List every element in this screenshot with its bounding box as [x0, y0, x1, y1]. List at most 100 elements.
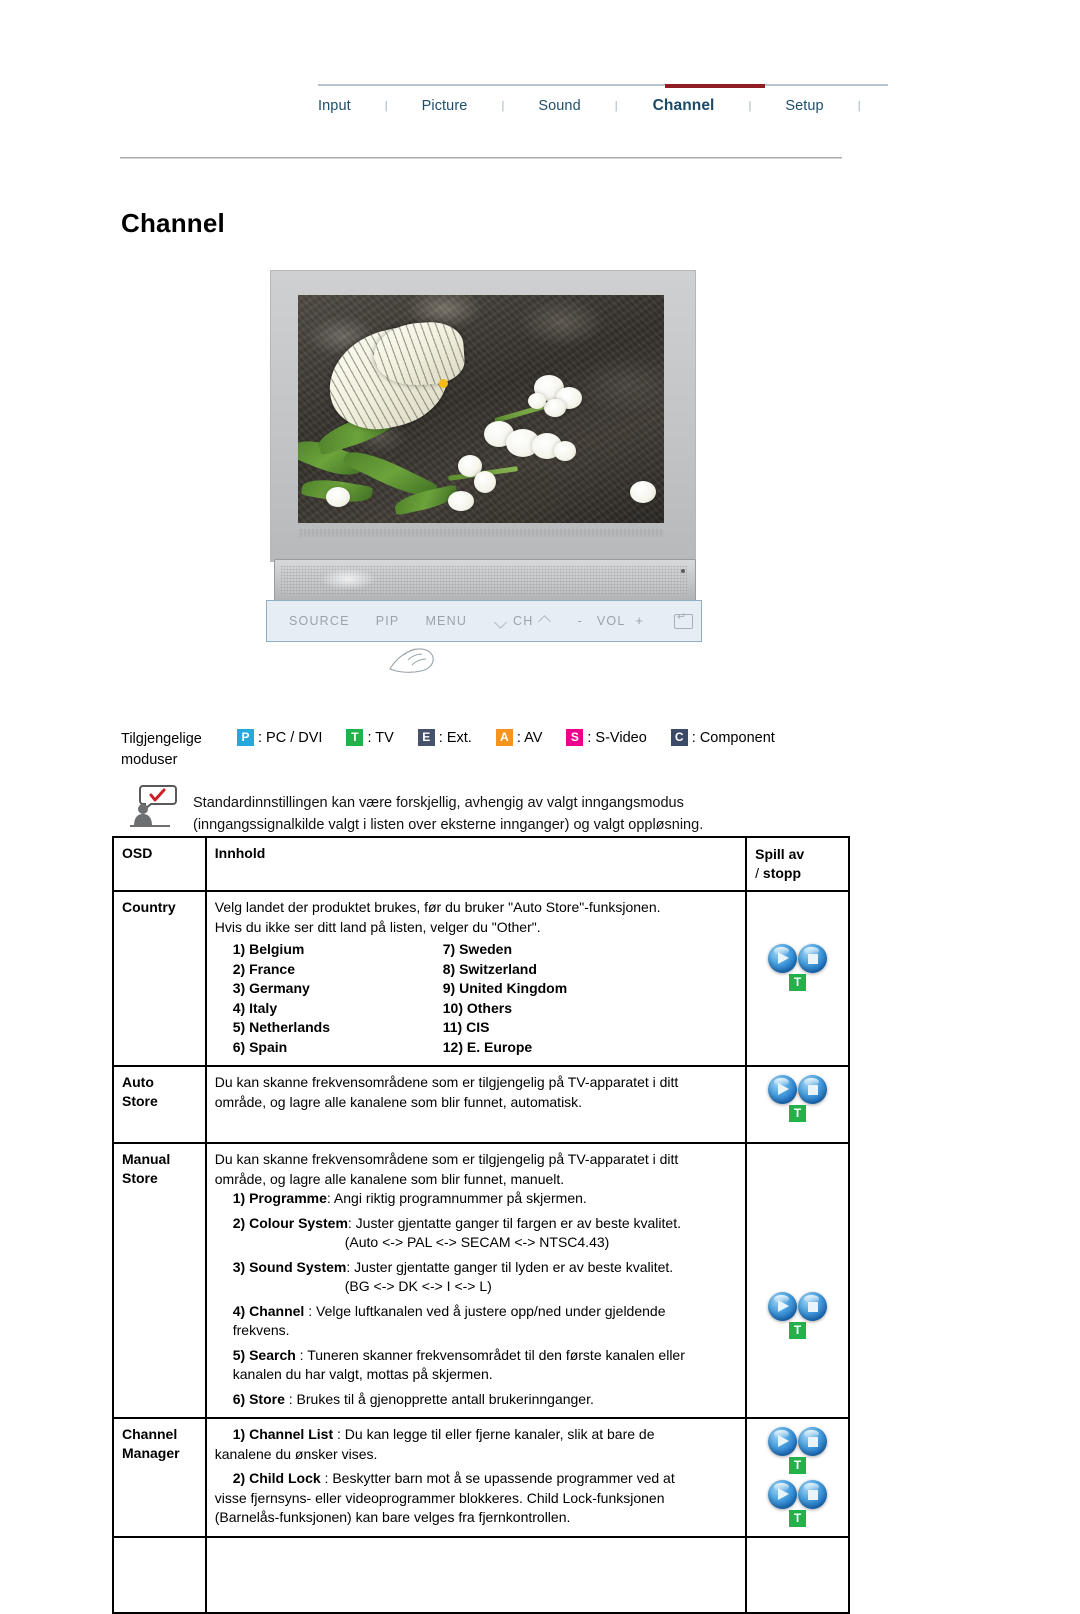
country-option[interactable]: 5) Netherlands: [233, 1018, 443, 1038]
tv-screen-image: [298, 295, 664, 523]
tab-setup[interactable]: Setup: [785, 98, 823, 114]
row-label-line2: Store: [122, 1093, 158, 1109]
note-person-checkmark-icon: [130, 785, 177, 827]
tv-logo-strip: [298, 529, 664, 537]
butterfly: [318, 318, 487, 449]
pip-button-label[interactable]: PIP: [376, 614, 400, 628]
page-title: Channel: [121, 208, 225, 238]
butterfly-eye-spot: [439, 379, 448, 388]
stop-icon[interactable]: [798, 1480, 828, 1509]
country-option[interactable]: 1) Belgium: [233, 940, 443, 960]
mode-component: C : Component: [670, 729, 775, 746]
manual-item-search-cont: kanalen du har valgt, mottas på skjermen…: [232, 1366, 493, 1382]
tabnav-top-rule: [318, 84, 888, 86]
play-icon[interactable]: [768, 1075, 798, 1104]
tabnav-items: Input | Picture | Sound | Channel | Setu…: [318, 92, 888, 120]
stop-icon[interactable]: [798, 1292, 828, 1321]
table-row-partial: [112, 1535, 850, 1614]
row-label-line1: Channel: [122, 1426, 178, 1442]
country-option[interactable]: 3) Germany: [233, 979, 443, 999]
play-stop-icon-group: T: [762, 1292, 834, 1339]
flower: [554, 441, 576, 461]
tab-sound[interactable]: Sound: [538, 98, 580, 114]
partial-cell-osd: [112, 1535, 207, 1614]
country-intro-2: Hvis du ikke ser ditt land på listen, ve…: [214, 918, 541, 935]
country-option[interactable]: 4) Italy: [233, 999, 443, 1019]
tab-input[interactable]: Input: [318, 98, 351, 114]
country-option[interactable]: 7) Sweden: [443, 940, 737, 960]
badge-t-icon: T: [789, 1105, 807, 1122]
row-label-line1: Auto: [122, 1074, 154, 1090]
country-option[interactable]: 2) France: [233, 960, 443, 980]
play-stop-icon-group: T: [762, 1427, 834, 1474]
play-icon[interactable]: [768, 944, 798, 973]
auto-store-line-2: område, og lagre alle kanalene som blir …: [214, 1093, 583, 1110]
menu-button-label[interactable]: MENU: [425, 614, 467, 628]
tab-separator: |: [384, 99, 388, 112]
mode-svideo-label: : S-Video: [587, 729, 647, 746]
volume-up-label[interactable]: +: [636, 614, 645, 628]
play-icon[interactable]: [768, 1292, 798, 1321]
badge-t-icon: T: [789, 1510, 807, 1527]
tv-bezel: [270, 270, 696, 562]
header-osd: OSD: [112, 836, 207, 892]
badge-t-icon: T: [346, 729, 364, 746]
auto-store-line-1: Du kan skanne frekvensområdene som er ti…: [214, 1074, 679, 1090]
enter-icon[interactable]: [674, 611, 694, 629]
mode-pc-dvi: P : PC / DVI: [237, 729, 322, 746]
badge-a-icon: A: [495, 729, 513, 746]
header-spill-av-stopp: Spill av / stopp: [745, 836, 850, 892]
country-option[interactable]: 10) Others: [443, 999, 737, 1019]
table-header-row: OSD Innhold Spill av / stopp: [112, 836, 850, 892]
play-stop-icon-group: T: [762, 944, 834, 991]
flower: [544, 399, 566, 417]
country-intro-1: Velg landet der produktet brukes, før du…: [214, 899, 661, 915]
row-content-auto-store: Du kan skanne frekvensområdene som er ti…: [204, 1065, 748, 1144]
volume-button-label[interactable]: VOL: [597, 614, 626, 628]
channel-button-label[interactable]: CH: [513, 614, 533, 628]
table-row: Auto Store Du kan skanne frekvensområden…: [112, 1065, 850, 1144]
row-content-country: Velg landet der produktet brukes, før du…: [204, 890, 748, 1067]
mode-av: A : AV: [495, 729, 543, 746]
play-stop-icon-group: T: [762, 1480, 834, 1527]
flower: [448, 491, 474, 511]
badge-t-icon: T: [789, 1457, 807, 1474]
channel-up-icon[interactable]: [539, 617, 552, 626]
stop-icon[interactable]: [798, 1075, 828, 1104]
stop-icon[interactable]: [798, 1427, 828, 1456]
tv-product-figure: SOURCE PIP MENU CH - VOL +: [266, 266, 702, 676]
cm-item-child-lock-cont-1: visse fjernsyns- eller videoprogrammer b…: [214, 1489, 665, 1506]
flower: [474, 471, 496, 493]
stop-icon[interactable]: [798, 944, 828, 973]
header-innhold: Innhold: [204, 836, 748, 892]
pointing-hand-icon: [389, 648, 434, 673]
mode-svideo: S : S-Video: [566, 729, 647, 746]
country-option[interactable]: 12) E. Europe: [443, 1038, 737, 1058]
country-option[interactable]: 8) Switzerland: [443, 960, 737, 980]
table-row: Country Velg landet der produktet brukes…: [112, 890, 850, 1067]
country-option[interactable]: 6) Spain: [233, 1038, 443, 1058]
row-label-auto-store: Auto Store: [112, 1065, 207, 1144]
tab-channel[interactable]: Channel: [653, 97, 715, 115]
play-icon[interactable]: [768, 1427, 798, 1456]
channel-down-icon[interactable]: [495, 617, 508, 626]
mode-av-label: : AV: [516, 729, 543, 746]
source-button-label[interactable]: SOURCE: [289, 614, 350, 628]
row-label-manual-store: Manual Store: [112, 1142, 207, 1419]
country-option[interactable]: 11) CIS: [443, 1018, 737, 1038]
mode-ext-label: : Ext.: [438, 729, 472, 746]
tab-separator: |: [857, 99, 861, 112]
tab-picture[interactable]: Picture: [422, 98, 468, 114]
tab-separator: |: [501, 99, 505, 112]
cm-item-child-lock-cont-2: (Barnelås-funksjonen) kan bare velges fr…: [214, 1509, 571, 1525]
country-option-grid: 1) Belgium 7) Sweden 2) France 8) Switze…: [215, 940, 737, 1057]
country-option[interactable]: 9) United Kingdom: [443, 979, 737, 999]
row-icons-manual-store: T: [745, 1142, 850, 1419]
play-icon[interactable]: [768, 1480, 798, 1509]
volume-down-label[interactable]: -: [578, 614, 583, 628]
speaker-highlight: [320, 568, 376, 590]
cm-item-child-lock: 2) Child Lock : Beskytter barn mot å se …: [232, 1470, 675, 1486]
power-led: [681, 569, 685, 573]
manual-item-channel-cont: frekvens.: [232, 1322, 290, 1338]
mode-tv-label: : TV: [367, 729, 394, 746]
